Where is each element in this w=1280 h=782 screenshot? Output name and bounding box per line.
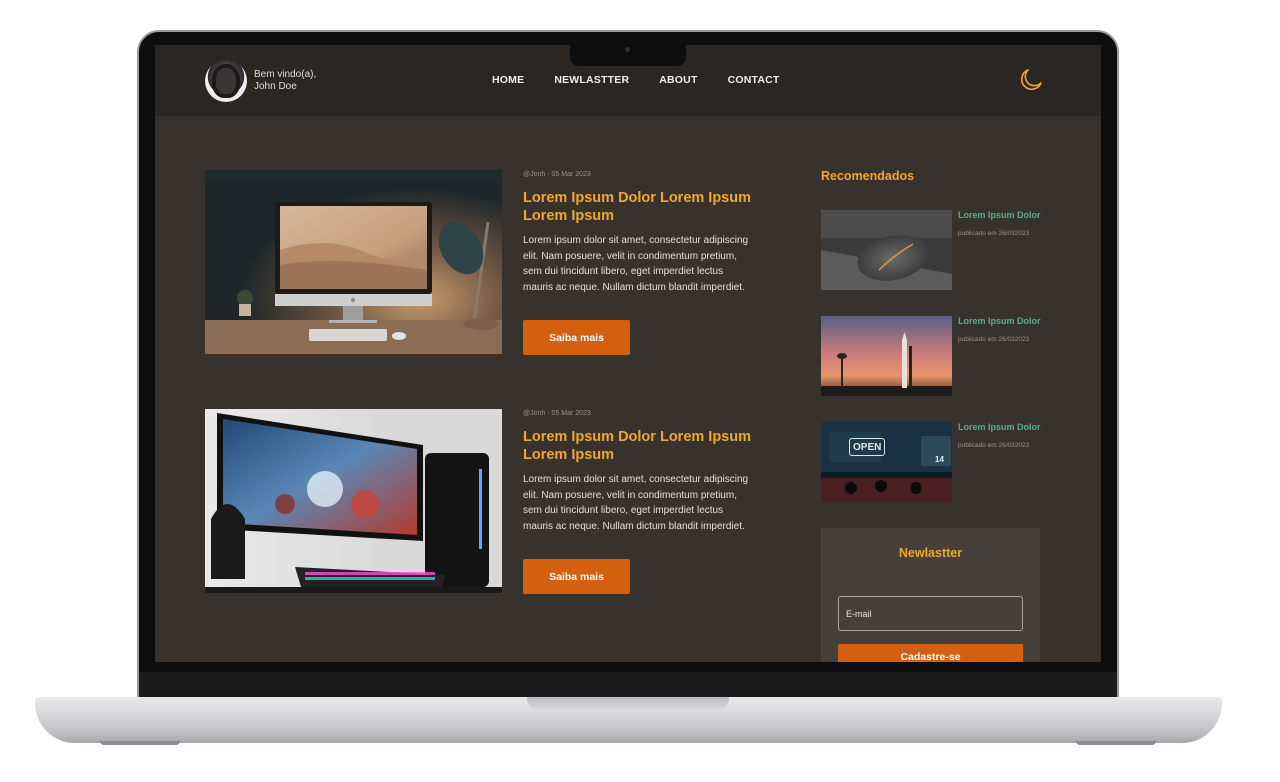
post-meta: @Jonh - 05 Mar 2023: [523, 171, 591, 178]
recommended-date: publicado em 26/032023: [958, 230, 1030, 237]
post-card: @Jonh - 05 Mar 2023 Lorem Ipsum Dolor Lo…: [205, 409, 805, 594]
post-image-gaming-setup[interactable]: [205, 409, 502, 593]
newsletter-box: Newlastter Cadastre-se: [821, 528, 1040, 662]
post-excerpt: Lorem ipsum dolor sit amet, consectetur …: [523, 235, 749, 294]
nav-newsletter[interactable]: NEWLASTTER: [554, 74, 629, 86]
camera-notch: [570, 44, 686, 66]
welcome-text: Bem vindo(a), John Doe: [254, 69, 344, 93]
recommended-title: Lorem Ipsum Dolor: [958, 422, 1041, 432]
post-meta: @Jonh - 05 Mar 2023: [523, 410, 591, 417]
screen: Bem vindo(a), John Doe HOME NEWLASTTER A…: [155, 45, 1101, 662]
recommended-item[interactable]: Lorem Ipsum Dolor publicado em 26/032023: [821, 210, 1051, 292]
sidebar-title: Recomendados: [821, 169, 915, 183]
recommended-item[interactable]: OPEN 14 Lorem Ipsum Dolor publicado em 2…: [821, 422, 1051, 504]
post-image-desk-setup[interactable]: [205, 170, 502, 354]
avatar[interactable]: [205, 60, 247, 102]
nav-about[interactable]: ABOUT: [659, 74, 697, 86]
nav-contact[interactable]: CONTACT: [728, 74, 780, 86]
nav-home[interactable]: HOME: [492, 74, 524, 86]
read-more-button[interactable]: Saiba mais: [523, 559, 630, 594]
scoreboard-text: 14: [935, 455, 944, 464]
recommended-image-rocket: [821, 316, 952, 396]
welcome-greeting: Bem vindo(a),: [254, 69, 317, 80]
recommended-date: publicado em 26/032023: [958, 336, 1030, 343]
recommended-image-esports: OPEN 14: [821, 422, 952, 502]
welcome-user-name: John Doe: [254, 81, 297, 92]
laptop-foot-left: [100, 741, 180, 745]
open-sign: OPEN: [849, 438, 885, 456]
recommended-title: Lorem Ipsum Dolor: [958, 210, 1041, 220]
newsletter-title: Newlastter: [898, 546, 963, 560]
recommended-title: Lorem Ipsum Dolor: [958, 316, 1041, 326]
recommended-date: publicado em 26/032023: [958, 442, 1030, 449]
moon-icon[interactable]: [1017, 66, 1045, 94]
open-sign-text: OPEN: [853, 442, 882, 453]
subscribe-button[interactable]: Cadastre-se: [838, 644, 1023, 662]
post-title[interactable]: Lorem Ipsum Dolor Lorem Ipsum Lorem Ipsu…: [523, 189, 763, 225]
laptop-base-notch: [527, 697, 729, 710]
post-title[interactable]: Lorem Ipsum Dolor Lorem Ipsum Lorem Ipsu…: [523, 428, 763, 464]
camera-icon: [625, 47, 630, 52]
recommended-image-mouse: [821, 210, 952, 290]
post-excerpt: Lorem ipsum dolor sit amet, consectetur …: [523, 474, 749, 533]
recommended-item[interactable]: Lorem Ipsum Dolor publicado em 26/032023: [821, 316, 1051, 398]
read-more-button[interactable]: Saiba mais: [523, 320, 630, 355]
laptop-foot-right: [1076, 741, 1156, 745]
post-card: @Jonh - 05 Mar 2023 Lorem Ipsum Dolor Lo…: [205, 170, 805, 355]
main-nav: HOME NEWLASTTER ABOUT CONTACT: [492, 74, 780, 86]
laptop-chin: [139, 672, 1117, 698]
email-field[interactable]: [838, 596, 1023, 631]
